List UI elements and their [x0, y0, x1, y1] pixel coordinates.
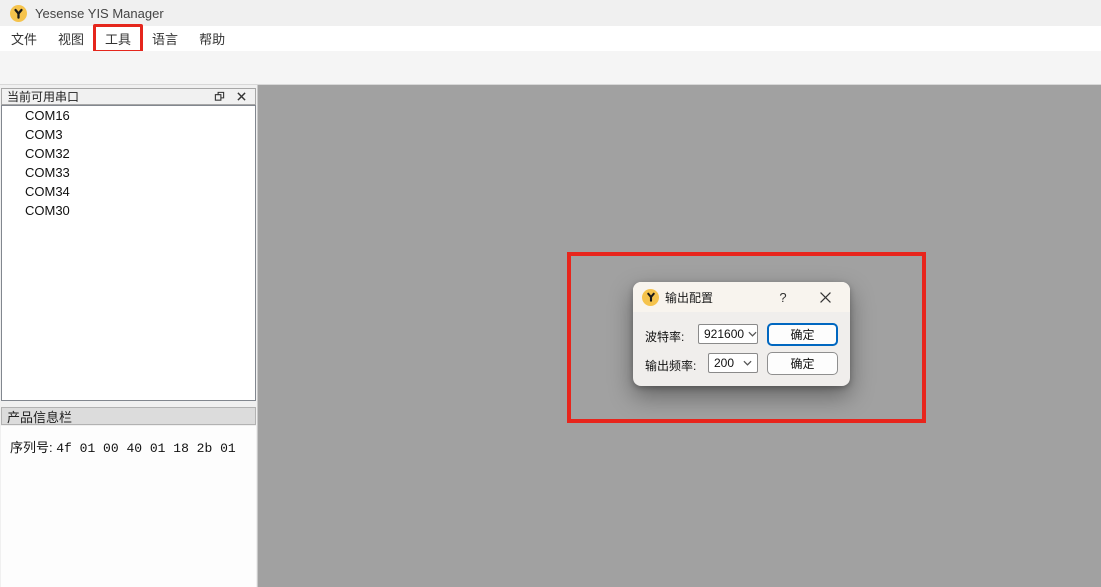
close-panel-button[interactable]	[233, 90, 249, 104]
dock-title: 当前可用串口	[7, 88, 79, 105]
float-window-icon	[214, 91, 225, 102]
dialog-baud-confirm-button[interactable]: 确定	[767, 323, 838, 346]
close-icon	[237, 92, 246, 101]
app-window: Yesense YIS Manager 文件 视图 工具 语言 帮助 UTC	[0, 0, 1101, 587]
port-list-item[interactable]: COM16	[2, 106, 255, 125]
menu-item-language[interactable]: 语言	[142, 26, 188, 51]
chevron-down-icon	[748, 331, 757, 337]
port-list-item[interactable]: COM30	[2, 201, 255, 220]
window-title: Yesense YIS Manager	[35, 6, 164, 21]
dialog-baud-value: 921600	[704, 327, 744, 341]
titlebar: Yesense YIS Manager	[0, 0, 1101, 26]
serial-number-label: 序列号:	[10, 440, 53, 455]
dialog-rate-confirm-button[interactable]: 确定	[767, 352, 838, 375]
app-logo-icon	[10, 5, 27, 22]
port-list: COM16 COM3 COM32 COM33 COM34 COM30	[1, 105, 256, 401]
dialog-help-button[interactable]: ?	[773, 287, 793, 307]
menu-item-tools[interactable]: 工具	[95, 26, 141, 51]
port-list-item[interactable]: COM3	[2, 125, 255, 144]
port-list-item[interactable]: COM33	[2, 163, 255, 182]
menu-item-help[interactable]: 帮助	[189, 26, 235, 51]
chevron-down-icon	[743, 360, 752, 366]
dialog-rate-label: 输出频率:	[645, 357, 696, 374]
output-config-dialog: 输出配置 ? 波特率: 921600 确定 输出频率: 200 确定	[633, 282, 850, 386]
dialog-titlebar: 输出配置 ?	[633, 282, 850, 312]
product-info-area: 序列号: 4f 01 00 40 01 18 2b 01 软件版本号： YIS3…	[1, 426, 256, 587]
dialog-logo-icon	[642, 289, 659, 306]
dock-header: 当前可用串口	[1, 88, 256, 105]
product-info-header: 产品信息栏	[1, 407, 256, 425]
port-list-item[interactable]: COM32	[2, 144, 255, 163]
dialog-rate-select[interactable]: 200	[708, 353, 758, 373]
menu-item-view[interactable]: 视图	[48, 26, 94, 51]
serial-port-dock-panel: 当前可用串口 COM16 COM3 COM32 COM33 COM34 COM3…	[0, 85, 258, 587]
toolbar: UTC COM16 波特率: 921600 关闭串口	[0, 51, 1101, 85]
dialog-baud-label: 波特率:	[645, 328, 684, 345]
serial-number-value: 4f 01 00 40 01 18 2b 01	[56, 441, 235, 456]
dialog-rate-value: 200	[714, 356, 734, 370]
dialog-title: 输出配置	[665, 289, 713, 306]
dialog-baud-select[interactable]: 921600	[698, 324, 758, 344]
close-icon	[820, 292, 831, 303]
port-list-item[interactable]: COM34	[2, 182, 255, 201]
float-panel-button[interactable]	[211, 90, 227, 104]
menu-item-file[interactable]: 文件	[1, 26, 47, 51]
menubar: 文件 视图 工具 语言 帮助	[0, 26, 1101, 51]
dialog-close-button[interactable]	[813, 287, 837, 307]
